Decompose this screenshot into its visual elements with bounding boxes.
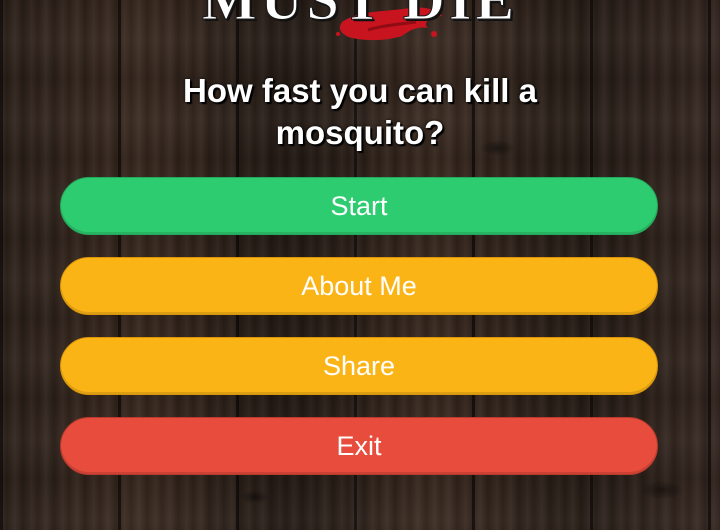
exit-button[interactable]: Exit [60,417,658,475]
logo-title: MUST DIE [0,0,720,33]
wood-knot [640,480,684,500]
start-button[interactable]: Start [60,177,658,235]
about-me-button[interactable]: About Me [60,257,658,315]
game-logo: MUST DIE [0,0,720,48]
tagline-question: How fast you can kill a mosquito? [183,72,537,151]
wood-knot [240,490,270,504]
share-button[interactable]: Share [60,337,658,395]
